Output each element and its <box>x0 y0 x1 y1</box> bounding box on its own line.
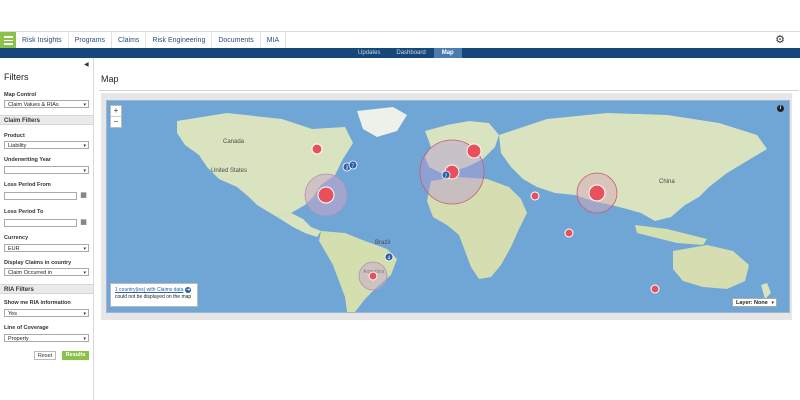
display-claims-value: Claim Occurred in <box>8 270 53 276</box>
label-united-states: United States <box>211 168 247 174</box>
claim-circle-india[interactable] <box>530 191 540 201</box>
filters-sidebar: ◀ Filters Map Control Claim Values & RIA… <box>0 58 94 400</box>
currency-value: EUR <box>8 246 20 252</box>
subtab-updates[interactable]: Updates <box>350 48 388 58</box>
zoom-in-button[interactable]: + <box>111 106 121 116</box>
claim-filters-heading: Claim Filters <box>0 115 93 125</box>
layer-value: Layer: None <box>736 300 768 306</box>
subtab-dashboard[interactable]: Dashboard <box>388 48 433 58</box>
map-control-label: Map Control <box>4 92 37 98</box>
chevron-down-icon: ▾ <box>83 270 86 276</box>
loss-period-from-label: Loss Period From <box>4 182 51 188</box>
count-marker-label: 7 <box>352 163 355 169</box>
claim-circle-new-zealand[interactable] <box>650 284 660 294</box>
chevron-down-icon: ▾ <box>83 168 86 174</box>
main-tabs: Risk Insights Programs Claims Risk Engin… <box>16 32 287 49</box>
claim-circle-canada[interactable] <box>311 143 323 155</box>
line-of-coverage-label: Line of Coverage <box>4 325 49 331</box>
tab-programs[interactable]: Programs <box>69 32 113 49</box>
world-map[interactable]: Canada United States Brazil China Argent… <box>106 100 790 313</box>
loss-period-to-label: Loss Period To <box>4 209 44 215</box>
loss-period-to-input[interactable] <box>4 219 77 227</box>
layer-select[interactable]: Layer: None ▾ <box>732 298 777 307</box>
world-map-canvas[interactable]: Canada United States Brazil China Argent… <box>107 101 789 312</box>
show-ria-select[interactable]: Yes ▾ <box>4 309 89 317</box>
map-control-select[interactable]: Claim Values & RIAs ▾ <box>4 100 89 108</box>
label-china: China <box>659 179 675 185</box>
zoom-control: + − <box>110 105 122 128</box>
claim-circle-argentina[interactable] <box>368 271 378 281</box>
tab-risk-engineering[interactable]: Risk Engineering <box>146 32 213 49</box>
count-marker-label: 2 <box>445 173 448 179</box>
chevron-down-icon: ▾ <box>83 311 86 317</box>
sub-nav-bar: Updates Dashboard Map <box>0 48 800 58</box>
main-content: Map Canada United States Brazil China 3 … <box>94 58 800 400</box>
display-claims-label: Display Claims in country <box>4 260 72 266</box>
underwriting-year-select[interactable]: ▾ <box>4 166 89 174</box>
reset-button[interactable]: Reset <box>34 351 56 360</box>
divider <box>99 90 799 91</box>
claim-circle-usa[interactable] <box>317 186 335 204</box>
product-value: Liability <box>8 143 27 149</box>
calendar-icon[interactable]: ▦ <box>79 219 88 227</box>
loss-period-from-input[interactable] <box>4 192 77 200</box>
map-control-value: Claim Values & RIAs <box>8 102 59 108</box>
zoom-out-button[interactable]: − <box>111 116 121 127</box>
tab-risk-insights[interactable]: Risk Insights <box>16 32 69 49</box>
sidebar-title: Filters <box>4 72 29 82</box>
sub-tabs: Updates Dashboard Map <box>350 48 462 58</box>
gear-icon[interactable]: ⚙ <box>774 34 786 46</box>
subtab-map[interactable]: Map <box>433 48 462 58</box>
chevron-down-icon: ▾ <box>83 246 86 252</box>
product-select[interactable]: Liability ▾ <box>4 141 89 149</box>
tab-documents[interactable]: Documents <box>212 32 261 49</box>
chevron-down-icon: ▾ <box>83 336 86 342</box>
display-claims-select[interactable]: Claim Occurred in ▾ <box>4 268 89 276</box>
label-canada: Canada <box>223 139 245 145</box>
label-brazil: Brazil <box>375 240 390 246</box>
calendar-icon[interactable]: ▦ <box>79 192 88 200</box>
collapse-sidebar-icon[interactable]: ◀ <box>84 61 89 68</box>
tab-mia[interactable]: MIA <box>261 32 287 49</box>
claim-circle-indonesia[interactable] <box>564 228 574 238</box>
show-ria-label: Show me RIA information <box>4 300 71 306</box>
product-label: Product <box>4 133 25 139</box>
currency-select[interactable]: EUR ▾ <box>4 244 89 252</box>
info-icon[interactable]: i <box>777 105 784 112</box>
page-title: Map <box>101 74 119 84</box>
chevron-down-icon: ▾ <box>83 102 86 108</box>
claim-circle-china[interactable] <box>588 184 606 202</box>
count-marker-label: 4 <box>388 255 391 261</box>
underwriting-year-label: Underwriting Year <box>4 157 51 163</box>
chevron-down-icon: ▾ <box>83 143 86 149</box>
count-marker-label: 3 <box>346 165 349 171</box>
results-button[interactable]: Results <box>62 351 89 360</box>
missing-countries-link[interactable]: 1 country(ies) with Claims data <box>115 287 183 293</box>
hamburger-menu-icon[interactable] <box>0 32 16 49</box>
tab-claims[interactable]: Claims <box>112 32 147 49</box>
map-notice: 1 country(ies) with Claims data ➔ could n… <box>110 283 198 307</box>
chevron-down-icon: ▾ <box>771 300 774 306</box>
arrow-right-icon[interactable]: ➔ <box>185 287 192 293</box>
ria-filters-heading: RIA Filters <box>0 284 93 294</box>
missing-countries-text: could not be displayed on the map <box>115 294 192 300</box>
line-of-coverage-select[interactable]: Property ▾ <box>4 334 89 342</box>
line-of-coverage-value: Property <box>8 336 29 342</box>
currency-label: Currency <box>4 235 29 241</box>
claim-circle-scandinavia[interactable] <box>466 143 482 159</box>
show-ria-value: Yes <box>8 311 17 317</box>
